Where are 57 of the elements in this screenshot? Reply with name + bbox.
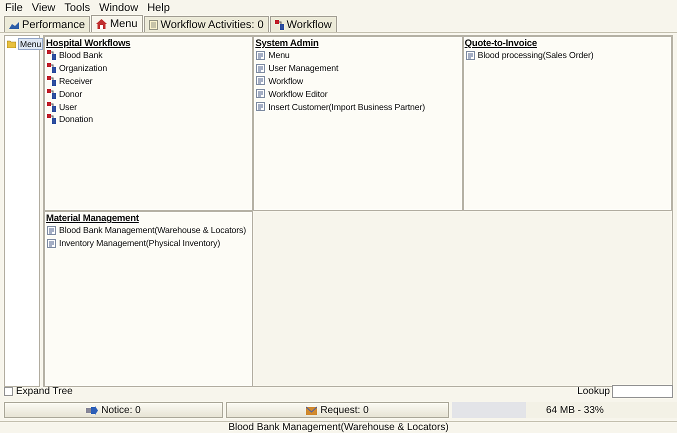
window-icon: [256, 64, 266, 73]
checkbox[interactable]: [4, 387, 13, 396]
workflow-icon: [47, 76, 56, 86]
tab[interactable]: Menu: [90, 15, 143, 32]
menu-link[interactable]: Workflow Editor: [268, 88, 328, 99]
window-icon: [256, 89, 266, 98]
menu-link[interactable]: Inventory Management(Physical Inventory): [59, 238, 220, 248]
workflow-icon: [47, 63, 56, 74]
menu-link[interactable]: Organization: [59, 63, 108, 74]
menu-item[interactable]: Tools: [61, 2, 96, 14]
tree-item[interactable]: Menu: [18, 38, 44, 50]
menu-item[interactable]: View: [28, 2, 62, 14]
workflow-icon: [47, 102, 56, 112]
envelope-icon: [306, 404, 318, 416]
menu-link[interactable]: Receiver: [59, 76, 92, 86]
workflow-icon: [274, 20, 284, 30]
menu-link[interactable]: Blood processing(Sales Order): [478, 50, 594, 60]
panel-title: Hospital Workflows: [45, 38, 132, 49]
folder-icon: [7, 40, 16, 48]
chart-icon: [9, 20, 19, 28]
panel-title: Material Management: [45, 213, 140, 224]
workflow-icon: [47, 50, 56, 60]
window-icon: [47, 238, 56, 248]
window-icon: [256, 50, 266, 60]
tab[interactable]: Workflow Activities: 0: [144, 16, 269, 32]
window-icon: [47, 226, 56, 235]
arrow-icon: [86, 406, 98, 414]
status-text: Blood Bank Management(Warehouse & Locators): [228, 422, 449, 433]
tab[interactable]: Performance: [4, 16, 90, 32]
window-icon: [256, 102, 266, 112]
menu-link[interactable]: Donor: [59, 88, 82, 99]
request-button[interactable]: Request: 0: [226, 402, 449, 418]
menu-link[interactable]: Menu: [268, 50, 290, 60]
list-icon: [148, 20, 158, 30]
menu-link[interactable]: Donation: [59, 114, 93, 124]
memory-reading: 64 MB - 33%: [546, 404, 604, 416]
tab[interactable]: Workflow: [270, 16, 337, 32]
lookup-label: Lookup: [577, 386, 610, 397]
menu-link[interactable]: Insert Customer(Import Business Partner): [268, 102, 426, 112]
lookup-field[interactable]: [612, 385, 673, 398]
window-icon: [256, 76, 266, 86]
menu-item[interactable]: File: [2, 2, 29, 14]
menu-link[interactable]: Blood Bank: [59, 50, 102, 60]
panel-title: System Admin: [254, 38, 320, 49]
home-icon: [96, 19, 107, 29]
menu-link[interactable]: Blood Bank Management(Warehouse & Locators): [59, 225, 246, 236]
workflow-icon: [47, 88, 56, 99]
menu-link[interactable]: User: [59, 102, 77, 112]
notice-button[interactable]: Notice: 0: [4, 402, 223, 418]
workflow-icon: [47, 114, 56, 124]
menu-item[interactable]: Help: [144, 2, 176, 14]
menu-link[interactable]: Workflow: [268, 76, 304, 86]
panel-title: Quote-to-Invoice: [464, 38, 538, 49]
menu-link[interactable]: User Management: [268, 63, 338, 74]
window-icon: [466, 50, 475, 60]
menu-item[interactable]: Window: [96, 2, 144, 14]
checkbox-label: Expand Tree: [16, 386, 73, 397]
